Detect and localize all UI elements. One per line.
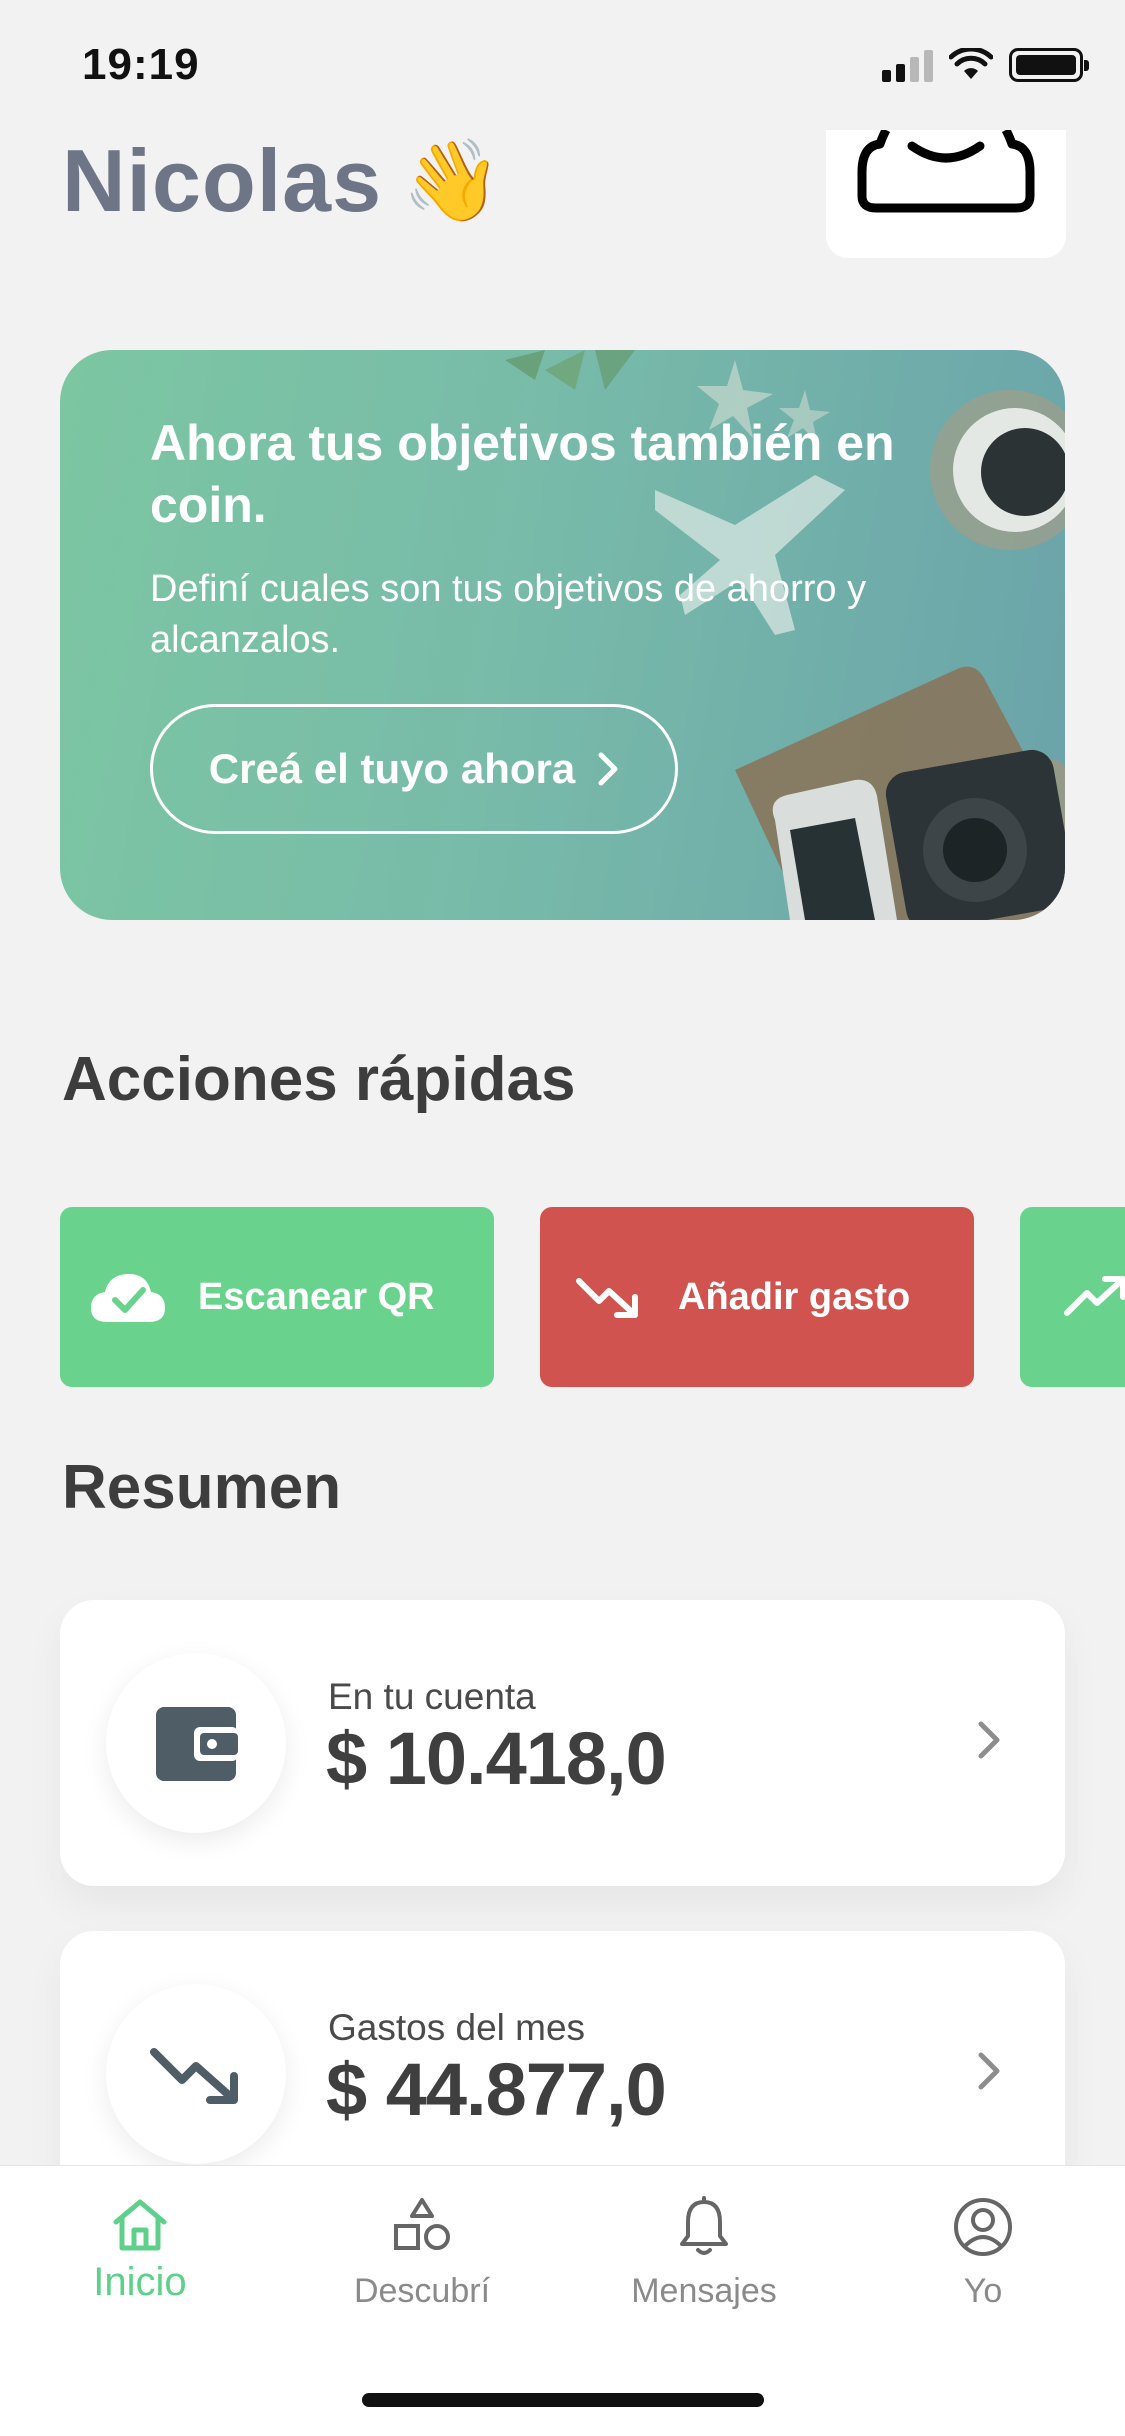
add-expense-button[interactable]: Añadir gasto xyxy=(540,1207,974,1387)
tab-inicio-label: Inicio xyxy=(93,2260,187,2304)
bell-icon xyxy=(680,2196,728,2255)
cloud-check-icon xyxy=(88,1267,168,1327)
create-goal-button[interactable]: Creá el tuyo ahora xyxy=(150,704,678,834)
scan-qr-button[interactable]: Escanear QR xyxy=(60,1207,494,1387)
tab-yo[interactable]: Yo xyxy=(853,2196,1113,2311)
summary-title: Resumen xyxy=(62,1453,342,1522)
tab-yo-label: Yo xyxy=(963,2272,1003,2310)
tab-mensajes[interactable]: Mensajes xyxy=(574,2196,834,2311)
wallet-icon xyxy=(156,1707,238,1781)
account-balance-value: $ 10.418,0 xyxy=(326,1717,667,1800)
quick-actions-title: Acciones rápidas xyxy=(62,1045,576,1114)
shapes-icon xyxy=(394,2198,450,2250)
quick-actions-row[interactable]: Escanear QR Añadir gasto xyxy=(60,1207,1125,1387)
wifi-icon xyxy=(949,48,993,79)
tab-inicio[interactable]: Inicio xyxy=(10,2196,270,2305)
status-icons xyxy=(882,48,1089,82)
user-circle-icon xyxy=(954,2198,1012,2256)
account-balance-label: En tu cuenta xyxy=(328,1676,536,1717)
promo-description: Definí cuales son tus objetivos de ahorr… xyxy=(150,568,867,661)
avatar[interactable] xyxy=(826,130,1066,258)
goals-promo-banner[interactable]: Ahora tus objetivos también en coin. Def… xyxy=(60,350,1065,920)
battery-icon xyxy=(1009,48,1089,82)
account-balance-card[interactable]: En tu cuenta $ 10.418,0 xyxy=(60,1600,1065,1886)
tab-mensajes-label: Mensajes xyxy=(631,2272,777,2310)
status-time: 19:19 xyxy=(82,40,200,89)
tab-descubri[interactable]: Descubrí xyxy=(292,2196,552,2311)
user-name: Nicolas xyxy=(62,131,383,230)
create-goal-button-label: Creá el tuyo ahora xyxy=(208,745,576,792)
status-bar: 19:19 xyxy=(0,0,1125,132)
promo-title: Ahora tus objetivos también en coin. xyxy=(150,415,895,533)
scan-qr-label: Escanear QR xyxy=(198,1275,435,1318)
add-expense-label: Añadir gasto xyxy=(678,1275,911,1318)
add-income-button[interactable] xyxy=(1020,1207,1125,1387)
home-icon xyxy=(113,2199,167,2251)
monthly-expenses-label: Gastos del mes xyxy=(328,2007,586,2048)
tab-descubri-label: Descubrí xyxy=(353,2272,491,2310)
waving-hand-icon: 👋 xyxy=(402,136,502,225)
cellular-signal-icon xyxy=(882,48,933,82)
trend-down-icon xyxy=(150,2048,238,2104)
greeting: Nicolas 👋 xyxy=(62,130,502,232)
chevron-right-icon xyxy=(598,752,618,786)
trend-up-icon xyxy=(1056,1267,1125,1327)
home-indicator xyxy=(362,2393,764,2407)
trend-down-icon xyxy=(568,1267,648,1327)
monthly-expenses-value: $ 44.877,0 xyxy=(326,2048,667,2131)
profile-silhouette-icon xyxy=(857,130,1035,213)
chevron-right-icon xyxy=(978,1721,1000,1759)
chevron-right-icon xyxy=(978,2052,1000,2090)
